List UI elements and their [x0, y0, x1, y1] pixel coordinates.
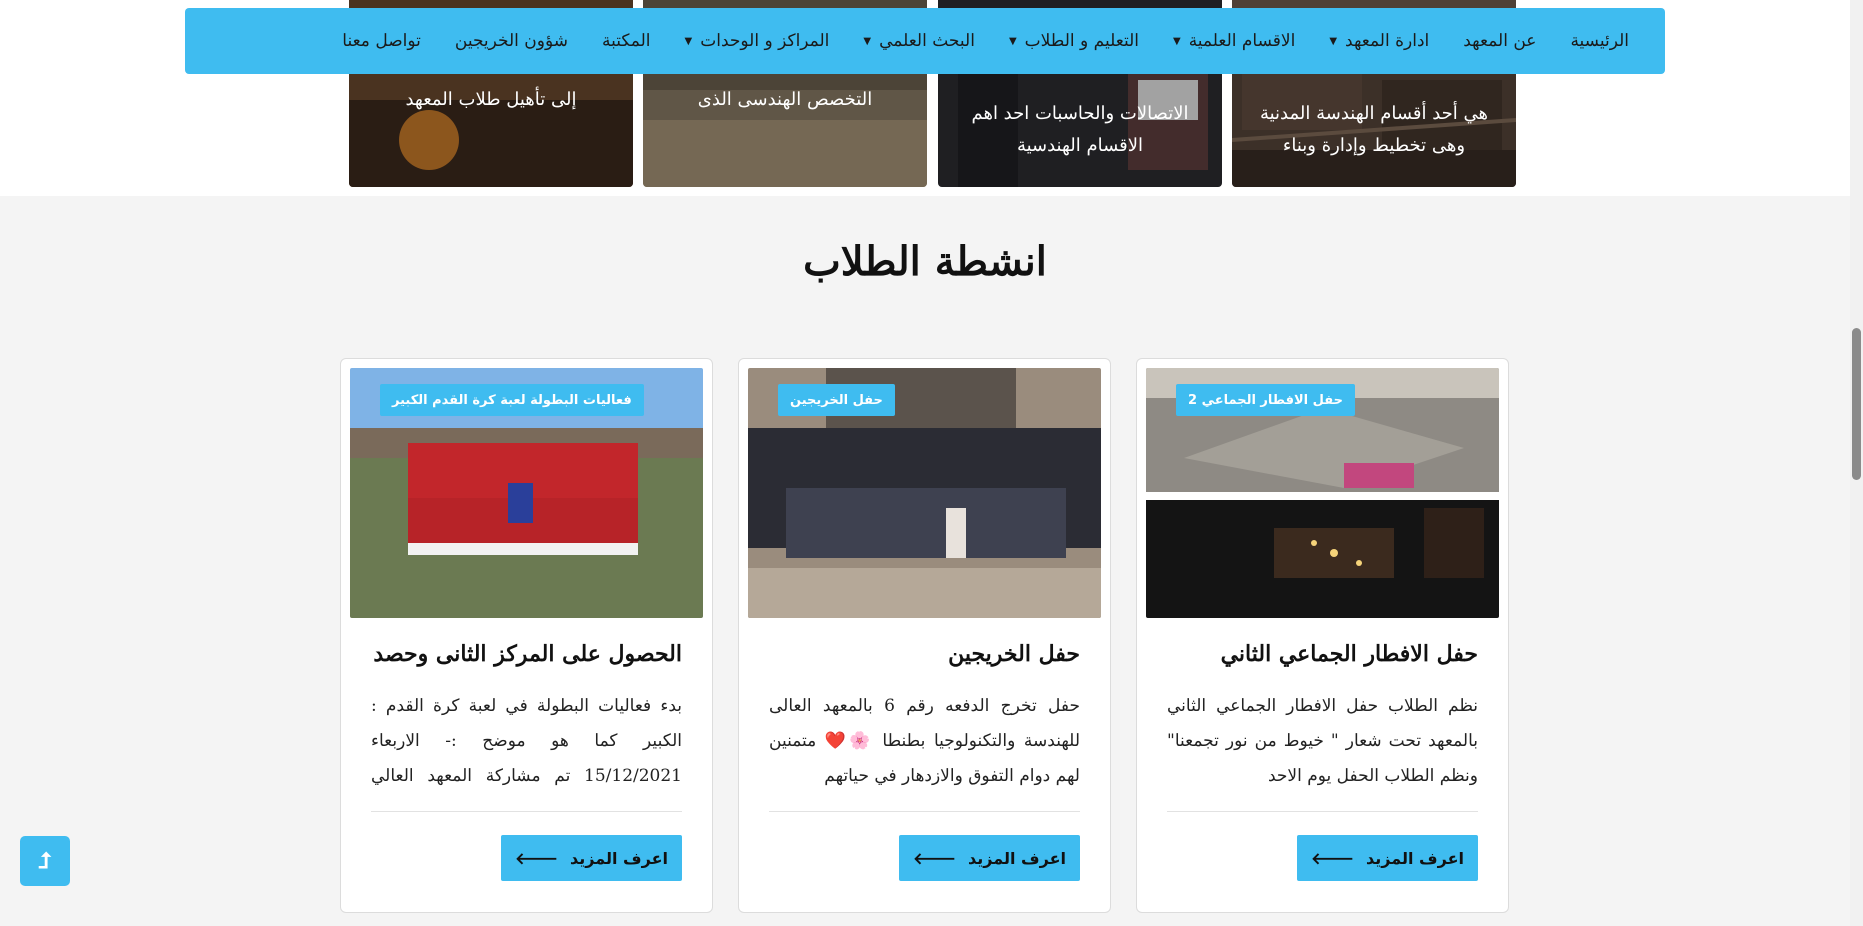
arrow-left-icon: 🡐	[515, 849, 559, 868]
nav-item-administration[interactable]: ادارة المعهد ▼	[1329, 31, 1429, 51]
activity-image[interactable]: حفل الخريجين	[748, 368, 1101, 618]
nav-item-label: شؤون الخريجين	[454, 31, 569, 51]
activity-title[interactable]: الحصول على المركز الثانى وحصد	[371, 641, 682, 667]
department-desc-line1: هي أحد أقسام الهندسة المدنية	[1259, 103, 1489, 124]
nav-item-label: تواصل معنا	[342, 31, 421, 51]
read-more-label: اعرف المزيد	[1366, 848, 1464, 868]
activity-description: نظم الطلاب حفل الافطار الجماعي الثاني با…	[1167, 696, 1478, 786]
nav-item-label: المكتبة	[602, 31, 651, 51]
nav-item-research[interactable]: البحث العلمي ▼	[863, 31, 975, 51]
nav-item-departments[interactable]: الاقسام العلمية ▼	[1173, 31, 1295, 51]
activity-description: بدء فعاليات البطولة في لعبة كرة القدم : …	[371, 696, 682, 786]
nav-item-contact[interactable]: تواصل معنا	[342, 31, 421, 51]
activity-description: حفل تخرج الدفعه رقم 6 بالمعهد العالى لله…	[769, 696, 1080, 786]
nav-item-education-students[interactable]: التعليم و الطلاب ▼	[1009, 31, 1139, 51]
nav-item-label: عن المعهد	[1463, 31, 1537, 51]
nav-item-label: المراكز و الوحدات	[700, 31, 830, 51]
department-desc-line1: الاتصالات والحاسبات احد اهم	[971, 103, 1189, 124]
scrollbar-track[interactable]	[1850, 0, 1863, 926]
activity-title[interactable]: حفل الخريجين	[769, 641, 1080, 667]
arrow-left-icon: 🡐	[1311, 849, 1355, 868]
read-more-button[interactable]: اعرف المزيد 🡐	[501, 835, 682, 881]
department-desc-line1: التخصص الهندسى الذى	[697, 89, 873, 110]
nav-item-alumni[interactable]: شؤون الخريجين	[455, 31, 568, 51]
nav-item-about[interactable]: عن المعهد	[1463, 31, 1536, 51]
read-more-label: اعرف المزيد	[968, 848, 1066, 868]
activity-badge: حفل الخريجين	[778, 384, 895, 416]
activity-image[interactable]: حفل الافطار الجماعي 2	[1146, 368, 1499, 618]
department-desc-line1: إلى تأهيل طلاب المعهد	[405, 89, 577, 110]
back-to-top-button[interactable]: ⮥	[20, 836, 70, 886]
activity-image[interactable]: فعاليات البطولة لعبة كرة القدم الكبير	[350, 368, 703, 618]
activity-card: فعاليات البطولة لعبة كرة القدم الكبير ال…	[340, 358, 713, 913]
caret-down-icon: ▼	[1329, 35, 1338, 47]
nav-item-centers-units[interactable]: المراكز و الوحدات ▼	[685, 31, 830, 51]
divider	[769, 811, 1080, 812]
department-desc-line2: وهى تخطيط وإدارة وبناء	[1282, 135, 1466, 156]
department-desc-line2: الاقسام الهندسية	[1016, 135, 1144, 156]
main-navbar: الرئيسية عن المعهد ادارة المعهد ▼ الاقسام…	[185, 8, 1665, 74]
section-title: انشطة الطلاب	[803, 238, 1047, 285]
nav-item-label: البحث العلمي	[879, 31, 975, 51]
caret-down-icon: ▼	[684, 35, 693, 47]
read-more-button[interactable]: اعرف المزيد 🡐	[899, 835, 1080, 881]
caret-down-icon: ▼	[863, 35, 872, 47]
divider	[371, 811, 682, 812]
activity-badge: حفل الافطار الجماعي 2	[1176, 384, 1355, 416]
arrow-left-icon: 🡐	[913, 849, 957, 868]
caret-down-icon: ▼	[1172, 35, 1181, 47]
caret-down-icon: ▼	[1008, 35, 1017, 47]
nav-item-label: ادارة المعهد	[1345, 31, 1430, 51]
arrow-up-icon: ⮥	[38, 848, 52, 873]
nav-item-library[interactable]: المكتبة	[602, 31, 651, 51]
activity-card: حفل الافطار الجماعي 2 حفل الافطار الجماع…	[1136, 358, 1509, 913]
read-more-label: اعرف المزيد	[570, 848, 668, 868]
nav-item-label: التعليم و الطلاب	[1024, 31, 1139, 51]
page: هي أحد أقسام الهندسة المدنية وهى تخطيط و…	[0, 0, 1863, 926]
activity-badge: فعاليات البطولة لعبة كرة القدم الكبير	[380, 384, 644, 416]
activity-card: حفل الخريجين حفل الخريجين حفل تخرج الدفع…	[738, 358, 1111, 913]
nav-item-home[interactable]: الرئيسية	[1570, 31, 1629, 51]
scrollbar-thumb[interactable]	[1852, 328, 1861, 480]
read-more-button[interactable]: اعرف المزيد 🡐	[1297, 835, 1478, 881]
divider	[1167, 811, 1478, 812]
nav-item-label: الرئيسية	[1570, 31, 1629, 51]
activity-title[interactable]: حفل الافطار الجماعي الثاني	[1167, 641, 1478, 667]
nav-item-label: الاقسام العلمية	[1188, 31, 1296, 51]
